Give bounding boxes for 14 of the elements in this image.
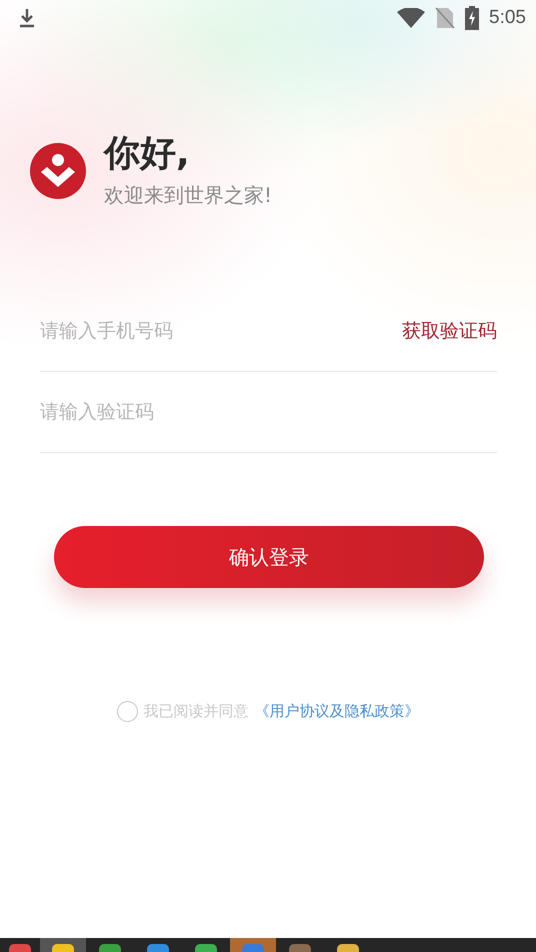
agree-checkbox[interactable]	[116, 701, 138, 722]
get-code-button[interactable]: 获取验证码	[402, 318, 497, 344]
code-input-field[interactable]: 请输入验证码	[40, 392, 497, 432]
agreement-link[interactable]: 《用户协议及隐私政策》	[254, 702, 420, 721]
welcome-subtitle: 欢迎来到世界之家!	[104, 182, 272, 209]
download-icon	[18, 8, 36, 28]
battery-icon	[465, 6, 480, 30]
wifi-icon	[397, 8, 426, 28]
no-sim-icon	[435, 7, 456, 29]
status-time: 5:05	[489, 7, 526, 29]
greeting-title: 你好,	[104, 132, 191, 176]
phone-input-field[interactable]: 请输入手机号码	[40, 311, 402, 351]
login-button[interactable]: 确认登录	[54, 526, 484, 588]
logo-icon	[30, 142, 86, 198]
